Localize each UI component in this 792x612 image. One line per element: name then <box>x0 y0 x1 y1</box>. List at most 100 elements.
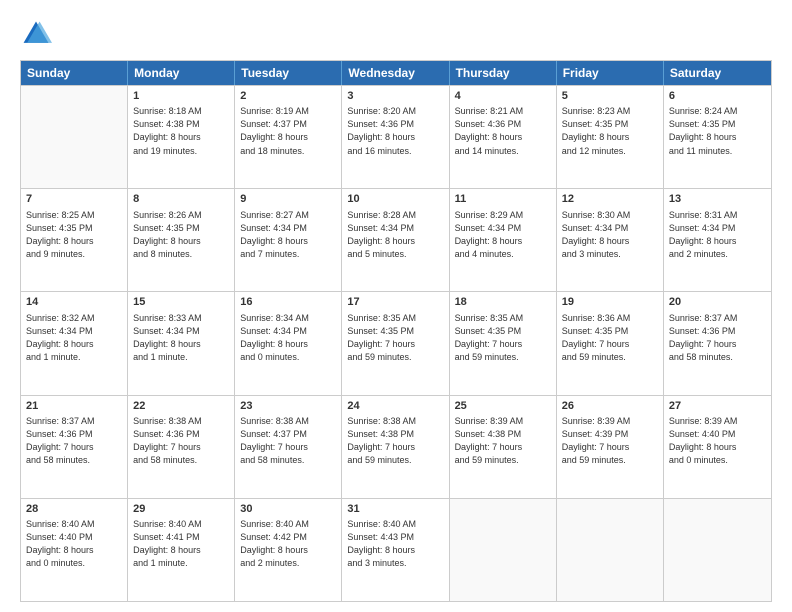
cell-info: Sunrise: 8:25 AMSunset: 4:35 PMDaylight:… <box>26 209 122 261</box>
cal-cell: 4Sunrise: 8:21 AMSunset: 4:36 PMDaylight… <box>450 86 557 188</box>
day-number: 2 <box>240 89 336 104</box>
logo <box>20 18 56 50</box>
cal-cell: 9 Sunrise: 8:27 AMSunset: 4:34 PMDaylight… <box>235 189 342 291</box>
week-row-4: 28Sunrise: 8:40 AMSunset: 4:40 PMDayligh… <box>21 498 771 601</box>
day-number: 17 <box>347 295 443 310</box>
cal-cell: 2Sunrise: 8:19 AMSunset: 4:37 PMDaylight… <box>235 86 342 188</box>
day-number: 12 <box>562 192 658 207</box>
cell-info: Sunrise: 8:40 AMSunset: 4:42 PMDaylight:… <box>240 518 336 570</box>
day-number: 13 <box>669 192 766 207</box>
cell-info: Sunrise: 8:39 AMSunset: 4:39 PMDaylight:… <box>562 415 658 467</box>
cal-cell <box>450 499 557 601</box>
cal-cell: 30Sunrise: 8:40 AMSunset: 4:42 PMDayligh… <box>235 499 342 601</box>
cell-info: Sunrise: 8:32 AMSunset: 4:34 PMDaylight:… <box>26 312 122 364</box>
cell-info: Sunrise: 8:40 AMSunset: 4:41 PMDaylight:… <box>133 518 229 570</box>
cell-info: Sunrise: 8:36 AMSunset: 4:35 PMDaylight:… <box>562 312 658 364</box>
cell-info: Sunrise: 8:33 AMSunset: 4:34 PMDaylight:… <box>133 312 229 364</box>
cell-info: Sunrise: 8:38 AMSunset: 4:36 PMDaylight:… <box>133 415 229 467</box>
page: SundayMondayTuesdayWednesdayThursdayFrid… <box>0 0 792 612</box>
cal-cell <box>557 499 664 601</box>
cal-cell: 14 Sunrise: 8:32 AMSunset: 4:34 PMDayligh… <box>21 292 128 394</box>
cal-cell: 6Sunrise: 8:24 AMSunset: 4:35 PMDaylight… <box>664 86 771 188</box>
day-number: 15 <box>133 295 229 310</box>
day-number: 28 <box>26 502 122 517</box>
day-number: 8 <box>133 192 229 207</box>
cal-cell: 3Sunrise: 8:20 AMSunset: 4:36 PMDaylight… <box>342 86 449 188</box>
day-number: 14 <box>26 295 122 310</box>
cal-cell: 27Sunrise: 8:39 AMSunset: 4:40 PMDayligh… <box>664 396 771 498</box>
header-day-thursday: Thursday <box>450 61 557 85</box>
day-number: 1 <box>133 89 229 104</box>
cell-info: Sunrise: 8:35 AMSunset: 4:35 PMDaylight:… <box>347 312 443 364</box>
week-row-1: 7 Sunrise: 8:25 AMSunset: 4:35 PMDaylight… <box>21 188 771 291</box>
cell-info: Sunrise: 8:31 AMSunset: 4:34 PMDaylight:… <box>669 209 766 261</box>
day-number: 26 <box>562 399 658 414</box>
day-number: 31 <box>347 502 443 517</box>
cell-info: Sunrise: 8:23 AMSunset: 4:35 PMDaylight:… <box>562 105 658 157</box>
day-number: 30 <box>240 502 336 517</box>
header-day-saturday: Saturday <box>664 61 771 85</box>
cal-cell: 19 Sunrise: 8:36 AMSunset: 4:35 PMDayligh… <box>557 292 664 394</box>
cell-info: Sunrise: 8:18 AMSunset: 4:38 PMDaylight:… <box>133 105 229 157</box>
cal-cell: 28Sunrise: 8:40 AMSunset: 4:40 PMDayligh… <box>21 499 128 601</box>
week-row-3: 21Sunrise: 8:37 AMSunset: 4:36 PMDayligh… <box>21 395 771 498</box>
cell-info: Sunrise: 8:40 AMSunset: 4:40 PMDaylight:… <box>26 518 122 570</box>
cal-cell: 15 Sunrise: 8:33 AMSunset: 4:34 PMDayligh… <box>128 292 235 394</box>
cell-info: Sunrise: 8:27 AMSunset: 4:34 PMDaylight:… <box>240 209 336 261</box>
cell-info: Sunrise: 8:38 AMSunset: 4:38 PMDaylight:… <box>347 415 443 467</box>
day-number: 27 <box>669 399 766 414</box>
day-number: 24 <box>347 399 443 414</box>
cell-info: Sunrise: 8:19 AMSunset: 4:37 PMDaylight:… <box>240 105 336 157</box>
cal-cell: 10Sunrise: 8:28 AMSunset: 4:34 PMDayligh… <box>342 189 449 291</box>
cal-cell: 18Sunrise: 8:35 AMSunset: 4:35 PMDayligh… <box>450 292 557 394</box>
cell-info: Sunrise: 8:29 AMSunset: 4:34 PMDaylight:… <box>455 209 551 261</box>
day-number: 29 <box>133 502 229 517</box>
day-number: 7 <box>26 192 122 207</box>
cal-cell: 16Sunrise: 8:34 AMSunset: 4:34 PMDayligh… <box>235 292 342 394</box>
cal-cell: 1Sunrise: 8:18 AMSunset: 4:38 PMDaylight… <box>128 86 235 188</box>
cell-info: Sunrise: 8:21 AMSunset: 4:36 PMDaylight:… <box>455 105 551 157</box>
cal-cell <box>21 86 128 188</box>
cell-info: Sunrise: 8:39 AMSunset: 4:38 PMDaylight:… <box>455 415 551 467</box>
cal-cell: 12Sunrise: 8:30 AMSunset: 4:34 PMDayligh… <box>557 189 664 291</box>
logo-icon <box>20 18 52 50</box>
day-number: 4 <box>455 89 551 104</box>
calendar-body: 1Sunrise: 8:18 AMSunset: 4:38 PMDaylight… <box>21 85 771 601</box>
day-number: 19 <box>562 295 658 310</box>
cell-info: Sunrise: 8:26 AMSunset: 4:35 PMDaylight:… <box>133 209 229 261</box>
cal-cell: 13 Sunrise: 8:31 AMSunset: 4:34 PMDayligh… <box>664 189 771 291</box>
calendar-header: SundayMondayTuesdayWednesdayThursdayFrid… <box>21 61 771 85</box>
day-number: 5 <box>562 89 658 104</box>
cell-info: Sunrise: 8:37 AMSunset: 4:36 PMDaylight:… <box>26 415 122 467</box>
day-number: 21 <box>26 399 122 414</box>
day-number: 25 <box>455 399 551 414</box>
cal-cell: 8 Sunrise: 8:26 AMSunset: 4:35 PMDaylight… <box>128 189 235 291</box>
week-row-2: 14 Sunrise: 8:32 AMSunset: 4:34 PMDayligh… <box>21 291 771 394</box>
calendar: SundayMondayTuesdayWednesdayThursdayFrid… <box>20 60 772 602</box>
day-number: 9 <box>240 192 336 207</box>
cell-info: Sunrise: 8:35 AMSunset: 4:35 PMDaylight:… <box>455 312 551 364</box>
header-day-sunday: Sunday <box>21 61 128 85</box>
cal-cell: 23Sunrise: 8:38 AMSunset: 4:37 PMDayligh… <box>235 396 342 498</box>
cal-cell: 25Sunrise: 8:39 AMSunset: 4:38 PMDayligh… <box>450 396 557 498</box>
cell-info: Sunrise: 8:20 AMSunset: 4:36 PMDaylight:… <box>347 105 443 157</box>
cal-cell: 29Sunrise: 8:40 AMSunset: 4:41 PMDayligh… <box>128 499 235 601</box>
cal-cell: 21Sunrise: 8:37 AMSunset: 4:36 PMDayligh… <box>21 396 128 498</box>
header <box>20 18 772 50</box>
cal-cell: 22Sunrise: 8:38 AMSunset: 4:36 PMDayligh… <box>128 396 235 498</box>
week-row-0: 1Sunrise: 8:18 AMSunset: 4:38 PMDaylight… <box>21 85 771 188</box>
cal-cell: 31Sunrise: 8:40 AMSunset: 4:43 PMDayligh… <box>342 499 449 601</box>
cal-cell: 7 Sunrise: 8:25 AMSunset: 4:35 PMDaylight… <box>21 189 128 291</box>
day-number: 16 <box>240 295 336 310</box>
cell-info: Sunrise: 8:38 AMSunset: 4:37 PMDaylight:… <box>240 415 336 467</box>
header-day-monday: Monday <box>128 61 235 85</box>
cal-cell: 11Sunrise: 8:29 AMSunset: 4:34 PMDayligh… <box>450 189 557 291</box>
day-number: 22 <box>133 399 229 414</box>
header-day-friday: Friday <box>557 61 664 85</box>
cell-info: Sunrise: 8:37 AMSunset: 4:36 PMDaylight:… <box>669 312 766 364</box>
cal-cell <box>664 499 771 601</box>
header-day-tuesday: Tuesday <box>235 61 342 85</box>
day-number: 20 <box>669 295 766 310</box>
cell-info: Sunrise: 8:24 AMSunset: 4:35 PMDaylight:… <box>669 105 766 157</box>
cell-info: Sunrise: 8:40 AMSunset: 4:43 PMDaylight:… <box>347 518 443 570</box>
